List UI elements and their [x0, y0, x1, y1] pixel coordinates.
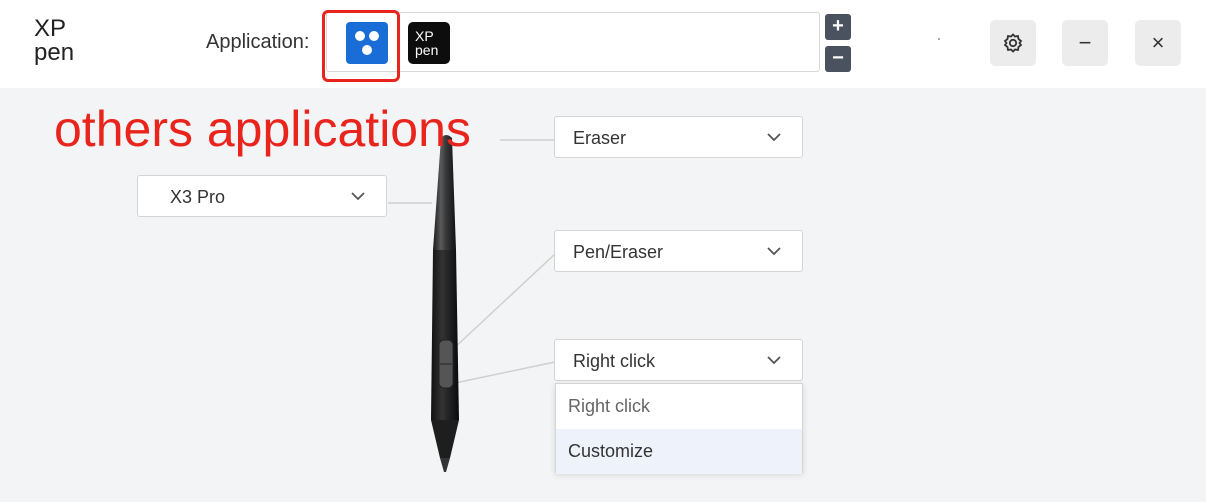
pen-upper-button-select[interactable]: Pen/Eraser: [554, 230, 803, 272]
chevron-down-icon: [767, 356, 781, 365]
pen-top-button-select[interactable]: Eraser: [554, 116, 803, 158]
chevron-down-icon: [767, 247, 781, 256]
device-select[interactable]: X3 Pro: [137, 175, 387, 217]
pen-upper-button-value: Pen/Eraser: [573, 242, 664, 262]
menu-item-customize[interactable]: Customize: [556, 429, 802, 474]
chevron-down-icon: [351, 192, 365, 201]
dropdown-menu: Right click Customize: [555, 383, 803, 474]
device-select-value: X3 Pro: [170, 187, 226, 207]
pen-lower-button-select[interactable]: Right click: [554, 339, 803, 381]
pen-top-button-value: Eraser: [573, 128, 627, 148]
chevron-down-icon: [767, 133, 781, 142]
annotation-others-applications: others applications: [54, 101, 471, 157]
pen-lower-button-value: Right click: [573, 351, 656, 371]
menu-item-right-click[interactable]: Right click: [556, 384, 802, 429]
